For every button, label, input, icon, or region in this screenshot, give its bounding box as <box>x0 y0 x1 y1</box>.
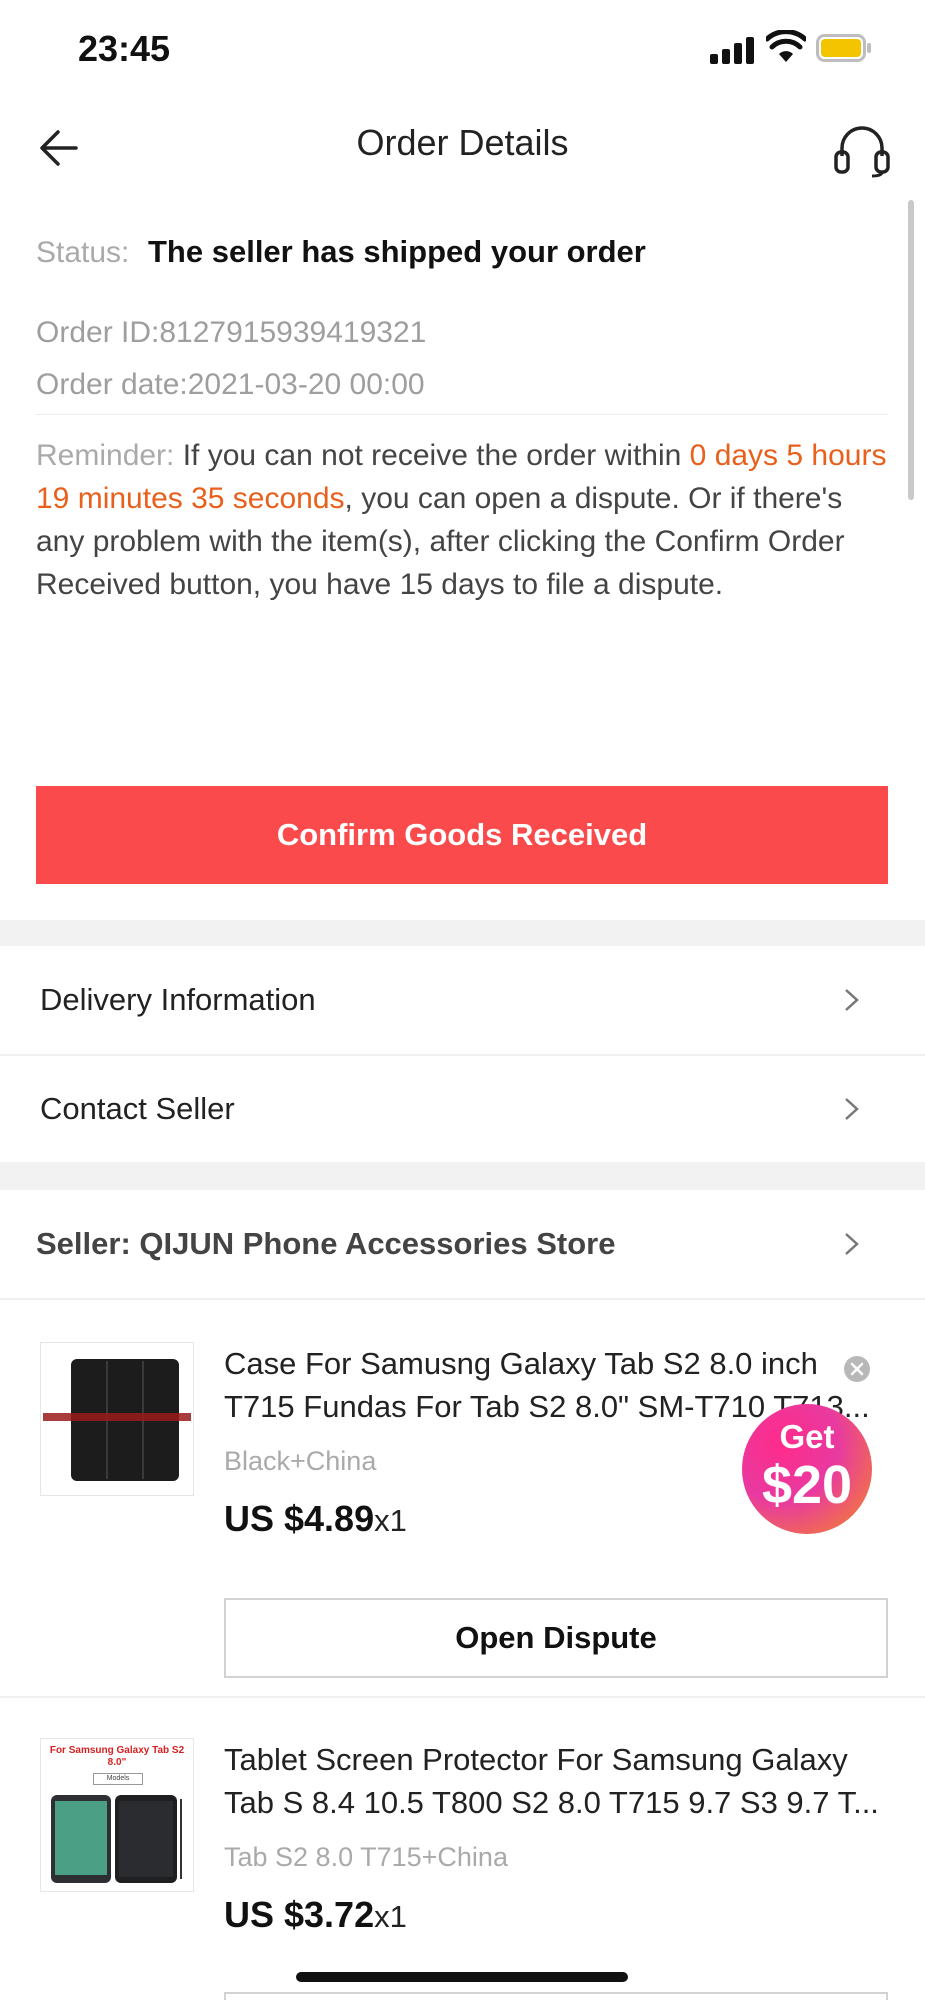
promo-get-label: Get <box>779 1418 835 1455</box>
scrollbar[interactable] <box>908 200 914 500</box>
divider <box>0 1298 925 1300</box>
delivery-information-row[interactable]: Delivery Information <box>0 946 925 1054</box>
open-dispute-button[interactable]: Open Dispute <box>224 1598 888 1678</box>
product-price: US $4.89x1 <box>224 1498 407 1540</box>
product-quantity: x1 <box>374 1503 407 1538</box>
divider <box>36 414 888 415</box>
wifi-icon <box>766 30 806 62</box>
page-title: Order Details <box>356 122 569 163</box>
contact-seller-row[interactable]: Contact Seller <box>0 1056 925 1162</box>
price-value: US $4.89 <box>224 1498 375 1539</box>
confirm-goods-received-button[interactable]: Confirm Goods Received <box>36 786 888 884</box>
chevron-right-icon <box>845 1098 859 1120</box>
divider <box>0 1696 925 1698</box>
product-variant: Black+China <box>224 1446 377 1476</box>
product-variant: Tab S2 8.0 T715+China <box>224 1842 508 1872</box>
status-value: The seller has shipped your order <box>148 234 646 269</box>
product-quantity: x1 <box>374 1899 407 1934</box>
close-icon[interactable] <box>844 1356 870 1382</box>
product-price: US $3.72x1 <box>224 1894 407 1936</box>
status-label: Status: <box>36 236 130 269</box>
product-thumbnail[interactable]: For Samsung Galaxy Tab S2 8.0" Models <box>40 1738 194 1892</box>
promo-coupon-bubble[interactable]: Get $20 <box>742 1404 872 1534</box>
tablet-case-image <box>41 1343 193 1495</box>
tablet-image <box>51 1795 182 1883</box>
promo-amount: $20 <box>761 1455 853 1515</box>
chevron-right-icon <box>845 1233 859 1255</box>
section-gap <box>0 920 925 946</box>
next-dispute-button-edge[interactable] <box>224 1992 888 2000</box>
section-gap <box>0 1162 925 1190</box>
reminder-text: Reminder: If you can not receive the ord… <box>36 434 888 606</box>
price-value: US $3.72 <box>224 1894 375 1935</box>
battery-icon <box>816 34 871 62</box>
seller-row[interactable]: Seller: QIJUN Phone Accessories Store <box>0 1190 925 1298</box>
reminder-body-1: If you can not receive the order within <box>174 439 690 472</box>
order-date: Order date:2021-03-20 00:00 <box>36 368 425 401</box>
seller-name: Seller: QIJUN Phone Accessories Store <box>36 1226 616 1261</box>
product-title[interactable]: Tablet Screen Protector For Samsung Gala… <box>224 1738 884 1824</box>
reminder-label: Reminder: <box>36 439 175 472</box>
status-time: 23:45 <box>78 28 171 69</box>
chevron-right-icon <box>845 989 859 1011</box>
delivery-information-label: Delivery Information <box>40 982 316 1017</box>
order-id: Order ID:8127915939419321 <box>36 316 427 349</box>
product-thumbnail[interactable] <box>40 1342 194 1496</box>
signal-icon <box>710 36 756 64</box>
contact-seller-label: Contact Seller <box>40 1091 235 1126</box>
customer-service-icon[interactable] <box>832 122 892 178</box>
home-indicator[interactable] <box>296 1972 628 1982</box>
